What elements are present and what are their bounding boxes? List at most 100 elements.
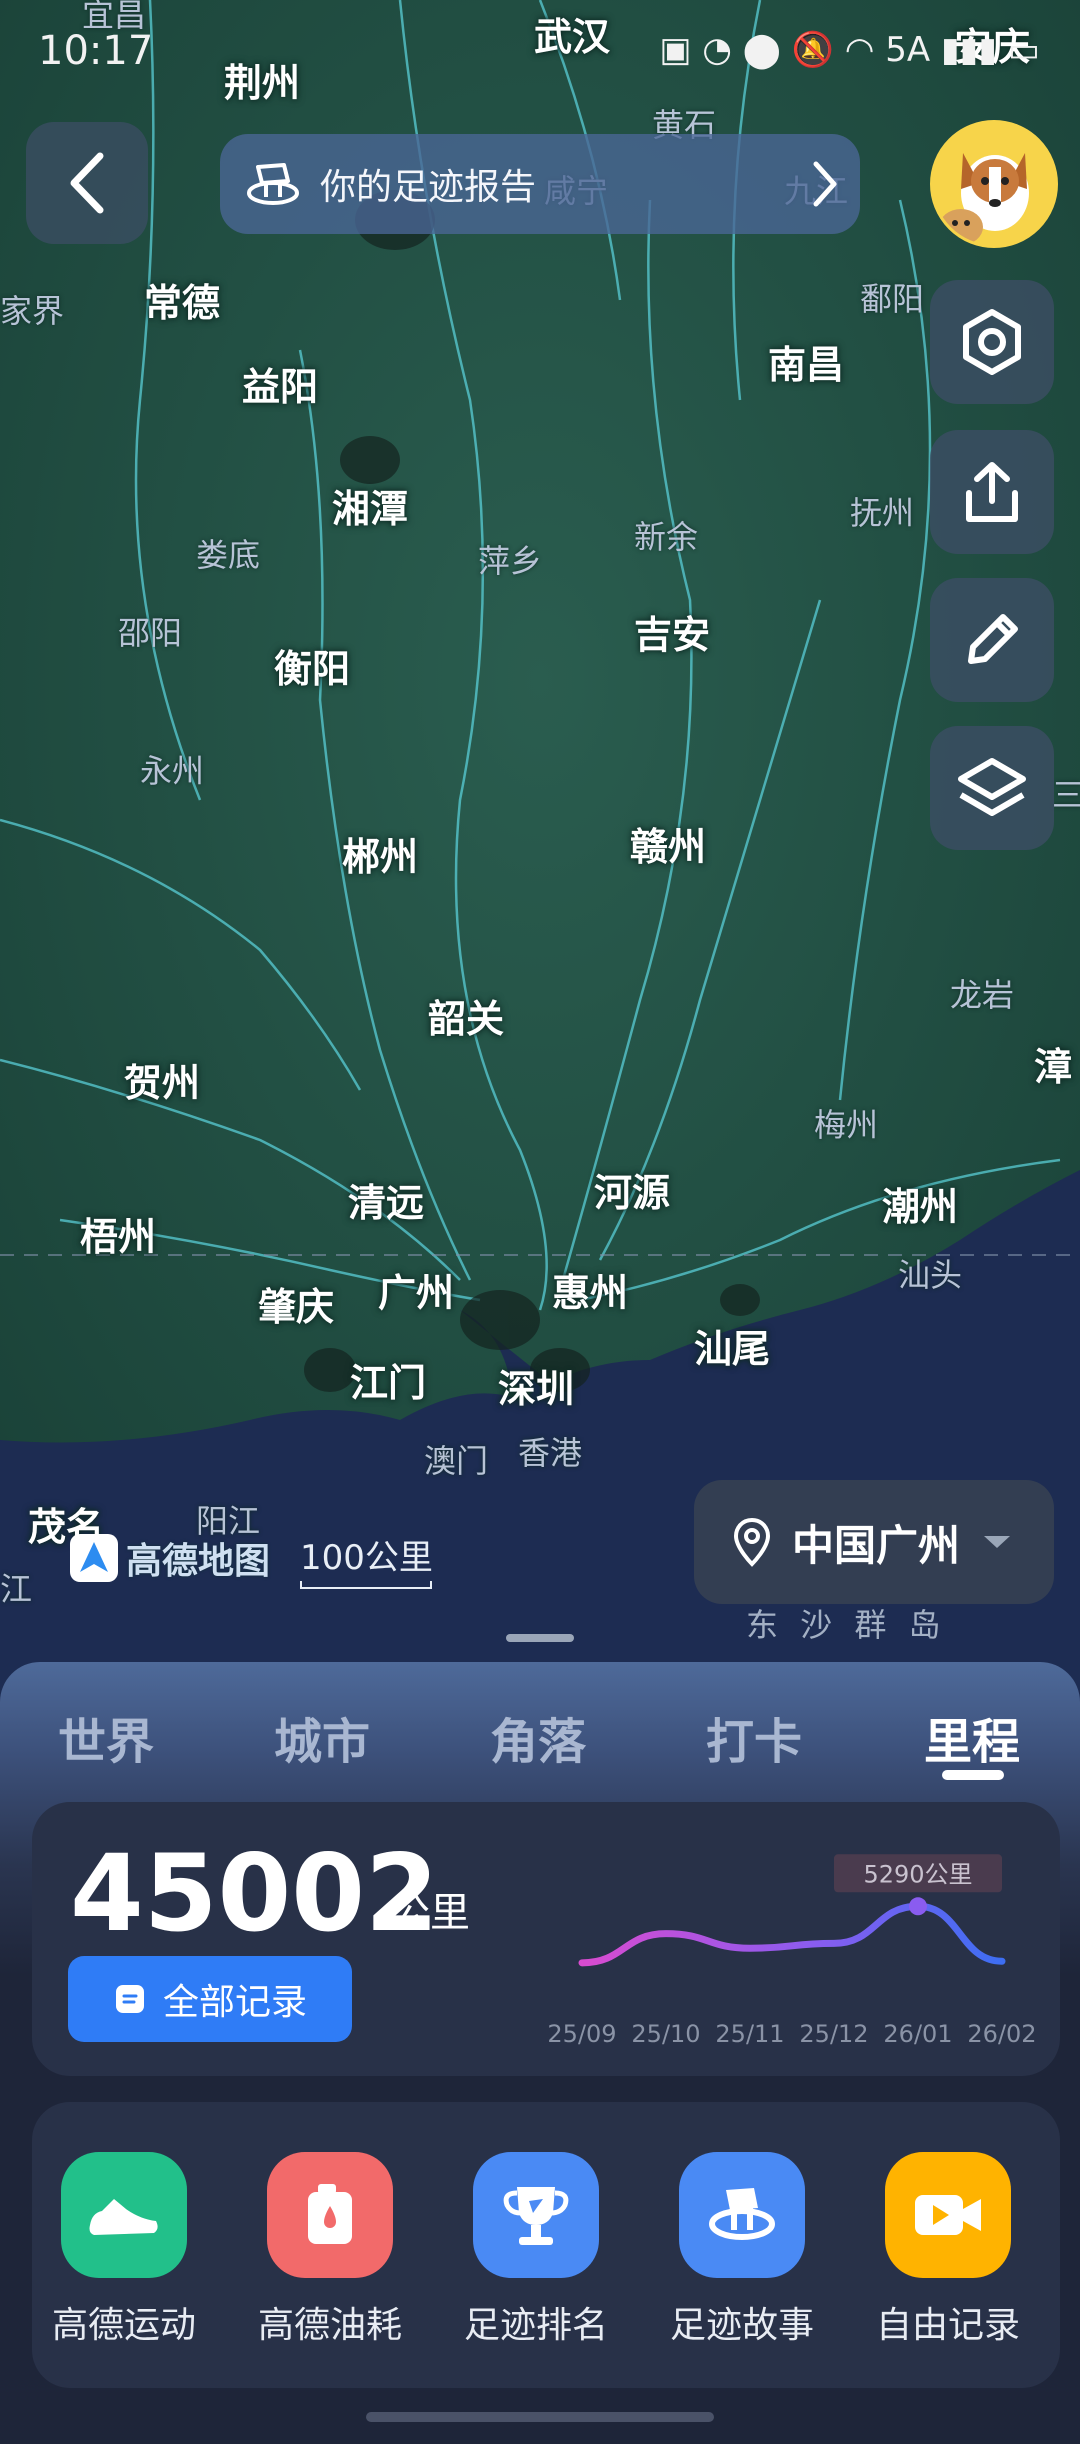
panel-drag-handle[interactable] (506, 1634, 574, 1642)
map-label: 澳门 (424, 1442, 489, 1480)
map-label: 贺州 (124, 1061, 201, 1105)
mileage-chart: 25/09 25/10 25/11 25/12 26/01 26/02 5290公里 (547, 1854, 1037, 2048)
footprint-report-banner[interactable]: 你的足迹报告 (220, 134, 860, 234)
map-label: 汕尾 (694, 1327, 771, 1371)
map-label: 南昌 (768, 343, 845, 387)
caret-down-icon (984, 1536, 1011, 1548)
map-label: 娄底 (196, 536, 261, 574)
amap-logo: 高德地图 (68, 1532, 270, 1584)
scale-bar (300, 1581, 432, 1589)
map-label: 三 (1052, 776, 1080, 814)
document-icon (115, 1985, 144, 2013)
app-free-record[interactable]: 自由记录 (868, 2152, 1028, 2348)
amap-logo-icon (70, 1534, 118, 1582)
x-tick-label: 25/09 (547, 2020, 616, 2048)
location-selector[interactable]: 中国广州 (694, 1480, 1054, 1604)
app-gaode-fuel[interactable]: 高德油耗 (250, 2152, 410, 2348)
map-label: 吉安 (634, 613, 711, 657)
amap-brand: 高德地图 (126, 1541, 271, 1582)
back-button[interactable] (26, 122, 148, 244)
map-label: 赣州 (630, 825, 707, 869)
footprint-story-icon (679, 2152, 805, 2278)
trophy-icon (473, 2152, 599, 2278)
app-footprint-story[interactable]: 足迹故事 (662, 2152, 822, 2348)
map-sea-label: 东 沙 群 岛 (746, 1606, 947, 1644)
dog-cat-avatar-icon (933, 123, 1055, 245)
hexagon-settings-icon (963, 309, 1021, 375)
fuel-can-icon (267, 2152, 393, 2278)
map-label: 潮州 (882, 1185, 959, 1229)
chevron-right-icon (813, 161, 837, 207)
x-tick-label: 26/01 (883, 2020, 952, 2048)
data-point (909, 1897, 927, 1916)
map-label: 梅州 (814, 1106, 879, 1144)
all-records-label: 全部记录 (162, 1982, 307, 2023)
bottom-panel: 世界 城市 角落 打卡 里程 45002 公里 全部记录 25/09 25/10 2… (0, 1662, 1080, 2444)
map-label: 龙岩 (950, 976, 1015, 1014)
map-label: 衡阳 (274, 647, 351, 691)
active-tab-indicator (942, 1770, 1004, 1780)
map-label: 汕头 (898, 1256, 963, 1294)
map-label: 深圳 (498, 1367, 575, 1411)
map-label: 郴州 (342, 835, 419, 879)
report-title: 你的足迹报告 (320, 167, 537, 208)
pencil-icon (968, 614, 1018, 664)
edit-button[interactable] (930, 578, 1054, 702)
app-label: 足迹故事 (669, 2305, 814, 2346)
map-label: 常德 (144, 281, 221, 325)
map-label: 荆州 (224, 61, 301, 105)
tab-mileage[interactable]: 里程 (924, 1702, 1020, 1772)
share-button[interactable] (930, 430, 1054, 554)
map-label: 抚州 (850, 494, 915, 532)
app-label: 自由记录 (875, 2305, 1020, 2346)
home-indicator (366, 2412, 714, 2422)
footprint-report-icon (247, 163, 299, 205)
map-label: 梧州 (80, 1215, 157, 1259)
layers-button[interactable] (930, 726, 1054, 850)
chevron-left-icon (70, 152, 104, 214)
all-records-button[interactable]: 全部记录 (68, 1956, 352, 2042)
map-label: 漳 (1034, 1045, 1073, 1089)
sneaker-icon (61, 2152, 187, 2278)
tab-checkin[interactable]: 打卡 (706, 1702, 802, 1772)
x-tick-label: 26/02 (967, 2020, 1036, 2048)
map-view[interactable]: 宜昌 荆州 武汉 安庆 黄石 咸宁 九江 家界 常德 鄱阳 益阳 南昌 湘潭 抚… (0, 0, 1080, 1700)
tools-card: 高德运动 高德油耗 足迹排名 足迹故事 自由记录 (32, 2102, 1060, 2388)
avatar[interactable] (930, 120, 1058, 248)
map-label: 益阳 (242, 365, 319, 409)
map-label: 邵阳 (118, 614, 183, 652)
app-footprint-ranking[interactable]: 足迹排名 (456, 2152, 616, 2348)
map-label: 香港 (518, 1434, 583, 1472)
tab-bar: 世界 城市 角落 打卡 里程 (0, 1702, 1080, 1782)
x-tick-label: 25/12 (799, 2020, 868, 2048)
x-tick-label: 25/10 (631, 2020, 700, 2048)
app-gaode-sport[interactable]: 高德运动 (44, 2152, 204, 2348)
app-label: 足迹排名 (463, 2305, 608, 2346)
mileage-unit: 公里 (390, 1890, 470, 1936)
map-label: 鄱阳 (860, 280, 925, 318)
map-label: 湘潭 (332, 487, 409, 531)
map-label: 广州 (378, 1271, 455, 1315)
mileage-card: 45002 公里 全部记录 25/09 25/10 25/11 25/12 26/01 2… (32, 1802, 1060, 2076)
location-name: 中国广州 (792, 1520, 961, 1570)
map-label: 韶关 (428, 997, 505, 1041)
layers-icon (958, 758, 1026, 816)
tab-corner[interactable]: 角落 (490, 1702, 586, 1772)
share-icon (966, 462, 1018, 522)
highlight-label: 5290公里 (863, 1860, 972, 1888)
tab-city[interactable]: 城市 (274, 1702, 370, 1772)
scale-label: 100公里 (300, 1538, 433, 1578)
app-label: 高德油耗 (257, 2305, 402, 2346)
settings-button[interactable] (930, 280, 1054, 404)
map-label: 河源 (594, 1171, 671, 1215)
x-tick-label: 25/11 (715, 2020, 784, 2048)
status-icons: ▣ ◔ ⬤ 🔕 ◠ 5A ▮▮▮ ▭ (659, 30, 1040, 70)
tab-world[interactable]: 世界 (58, 1702, 154, 1772)
map-label: 惠州 (552, 1271, 629, 1315)
map-label: 武汉 (534, 15, 611, 59)
map-label: 永州 (140, 752, 205, 790)
map-label: 江门 (350, 1361, 427, 1405)
map-scale: 100公里 (300, 1530, 433, 1589)
map-label: 家界 (0, 292, 65, 330)
video-camera-icon (885, 2152, 1011, 2278)
